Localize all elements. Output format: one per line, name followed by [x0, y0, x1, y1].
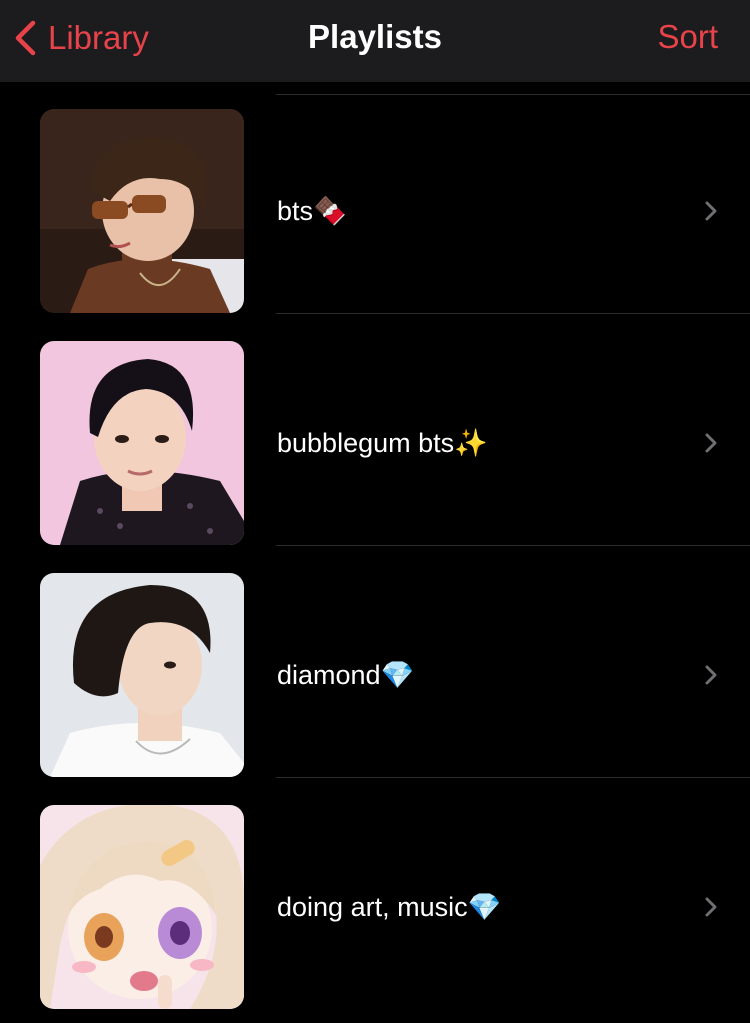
playlist-artwork	[40, 573, 244, 777]
playlist-artwork	[40, 109, 244, 313]
playlist-title: bubblegum bts✨	[277, 428, 488, 458]
playlist-title: doing art, music💎	[277, 892, 502, 922]
chevron-right-icon	[704, 664, 718, 691]
playlist-row[interactable]: doing art, music💎	[0, 778, 750, 1010]
page-title: Playlists	[308, 18, 442, 55]
chevron-right-icon	[704, 432, 718, 459]
playlist-title: diamond💎	[277, 660, 415, 690]
playlist-title: bts🍫	[277, 196, 347, 226]
playlist-row[interactable]: diamond💎	[0, 546, 750, 778]
playlist-artwork	[40, 805, 244, 1009]
chevron-right-icon	[704, 896, 718, 923]
chevron-right-icon	[704, 200, 718, 227]
playlist-artwork	[40, 341, 244, 545]
navigation-bar: Library Playlists Sort	[0, 0, 750, 82]
sort-button[interactable]: Sort	[657, 18, 718, 56]
playlist-row[interactable]: bubblegum bts✨	[0, 314, 750, 546]
playlist-row[interactable]: bts🍫	[0, 82, 750, 314]
